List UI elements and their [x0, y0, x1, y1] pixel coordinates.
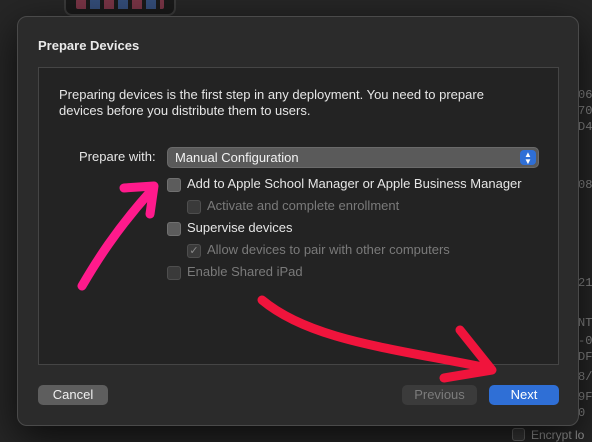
background-device-thumbnail — [64, 0, 176, 16]
supervise-devices-checkbox[interactable] — [167, 222, 181, 236]
background-text-fragment: D4 — [578, 120, 592, 134]
allow-pairing-label: Allow devices to pair with other compute… — [207, 242, 450, 257]
prepare-with-label: Prepare with: — [79, 149, 156, 164]
activate-enrollment-checkbox[interactable] — [187, 200, 201, 214]
supervise-devices-label: Supervise devices — [187, 220, 293, 235]
background-text-fragment: -0 — [578, 334, 592, 348]
up-down-chevron-icon: ▲ ▼ — [520, 150, 536, 166]
add-to-school-business-manager-checkbox[interactable] — [167, 178, 181, 192]
background-text-fragment: 212 — [578, 276, 592, 290]
options-panel: Preparing devices is the first step in a… — [38, 67, 559, 365]
background-text-fragment: 0 — [578, 406, 586, 420]
cancel-button[interactable]: Cancel — [38, 385, 108, 405]
shared-ipad-label: Enable Shared iPad — [187, 264, 303, 279]
dialog-title: Prepare Devices — [38, 38, 140, 53]
previous-button[interactable]: Previous — [402, 385, 477, 405]
encrypt-label: Encrypt lo — [531, 428, 585, 442]
background-text-fragment: 8/ — [578, 370, 592, 384]
background-text-fragment: NT — [578, 316, 592, 330]
checkbox-box — [512, 428, 525, 441]
prepare-with-popup[interactable]: Manual Configuration ▲ ▼ — [167, 147, 539, 168]
shared-ipad-checkbox[interactable] — [167, 266, 181, 280]
prepare-with-value: Manual Configuration — [175, 150, 299, 165]
prepare-devices-dialog: Prepare Devices Preparing devices is the… — [17, 16, 579, 426]
background-text-fragment: 9F — [578, 390, 592, 404]
background-text-fragment: DF — [578, 350, 592, 364]
add-to-school-business-manager-label: Add to Apple School Manager or Apple Bus… — [187, 176, 522, 191]
next-button[interactable]: Next — [489, 385, 559, 405]
background-text-fragment: 08 — [578, 178, 592, 192]
background-text-fragment: 70 — [578, 104, 592, 118]
activate-enrollment-label: Activate and complete enrollment — [207, 198, 400, 213]
intro-text: Preparing devices is the first step in a… — [59, 87, 484, 118]
checkmark-icon: ✓ — [189, 245, 199, 257]
encrypt-checkbox[interactable]: Encrypt lo — [512, 428, 584, 442]
background-text-fragment: 06- — [578, 88, 592, 102]
allow-pairing-checkbox[interactable]: ✓ — [187, 244, 201, 258]
